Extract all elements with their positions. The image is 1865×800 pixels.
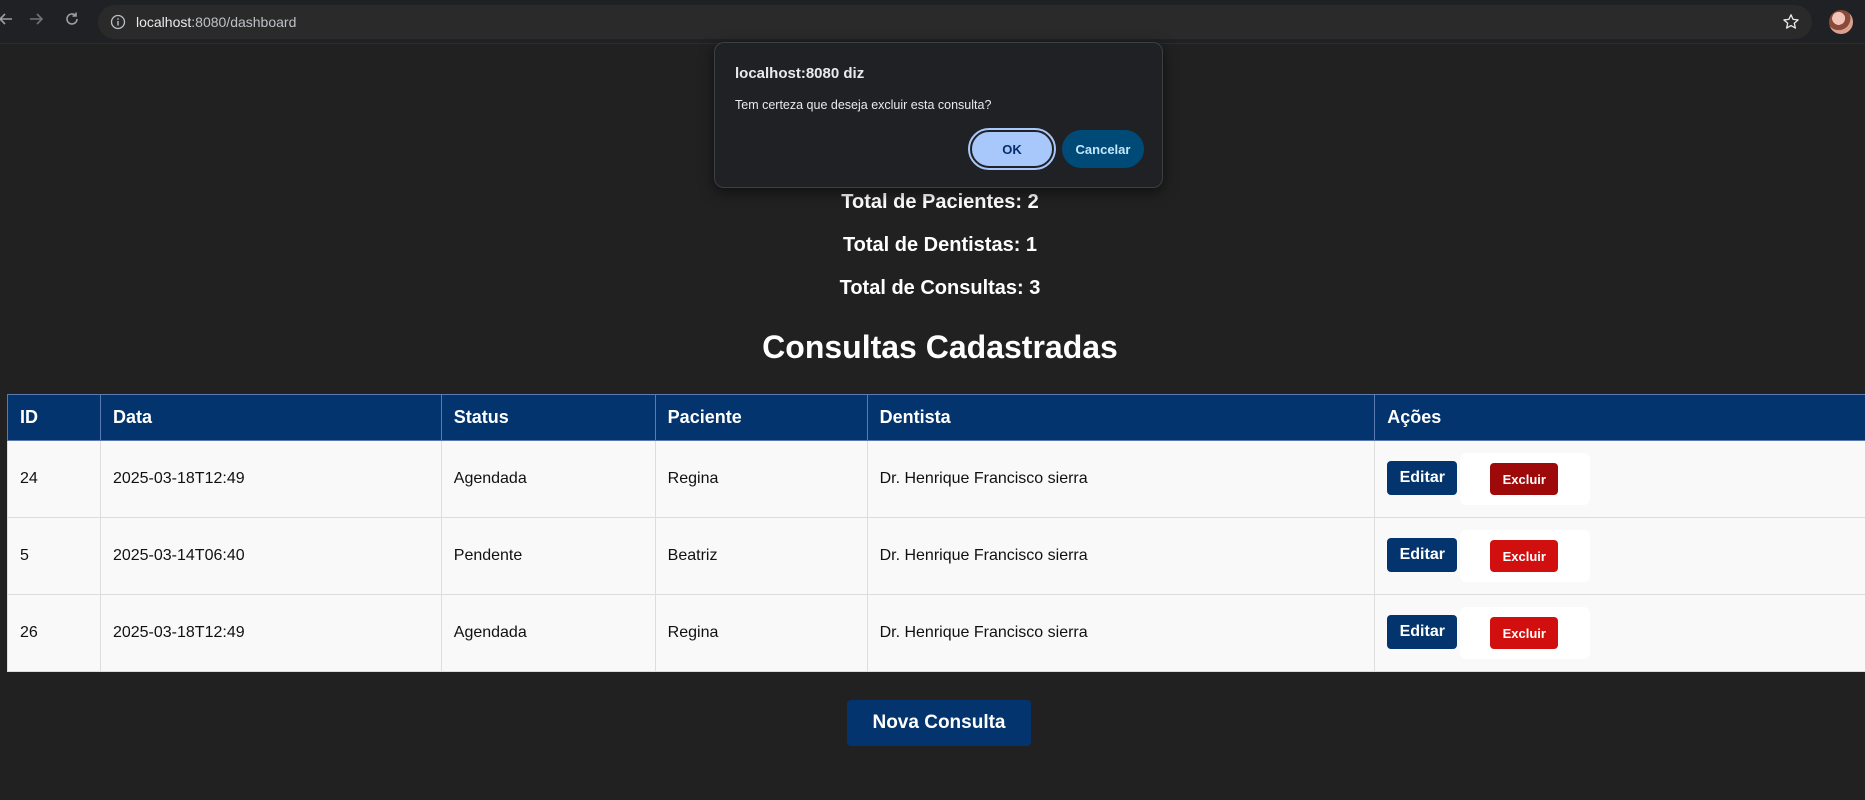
cell-status: Pendente [440,517,656,595]
table-row: 26 2025-03-18T12:49 Agendada Regina Dr. … [7,594,1865,672]
cell-dentista: Dr. Henrique Francisco sierra [866,594,1376,672]
profile-avatar[interactable] [1829,10,1853,34]
cell-paciente: Beatriz [654,517,868,595]
address-bar[interactable]: localhost:8080/dashboard [98,5,1812,39]
cell-dentista: Dr. Henrique Francisco sierra [866,517,1376,595]
cell-acoes: Editar Excluir [1374,517,1865,595]
cell-data: 2025-03-18T12:49 [99,594,442,672]
delete-button-container: Excluir [1460,607,1591,659]
edit-button[interactable]: Editar [1387,461,1458,495]
forward-arrow-icon[interactable] [24,11,48,31]
cell-data: 2025-03-18T12:49 [99,440,442,518]
star-icon[interactable] [1782,13,1800,31]
dialog-title: localhost:8080 diz [735,65,865,82]
table-header-row: ID Data Status Paciente Dentista Ações [7,394,1865,441]
header-data: Data [99,394,442,441]
cell-id: 5 [7,517,101,595]
nova-consulta-button[interactable]: Nova Consulta [847,700,1031,746]
header-status: Status [440,394,656,441]
edit-button[interactable]: Editar [1387,615,1458,649]
confirm-dialog: localhost:8080 diz Tem certeza que desej… [714,42,1163,188]
url-path: :8080/dashboard [191,14,297,30]
cell-acoes: Editar Excluir [1374,594,1865,672]
dialog-message: Tem certeza que deseja excluir esta cons… [735,98,992,112]
header-dentista: Dentista [866,394,1376,441]
header-id: ID [7,394,101,441]
header-acoes: Ações [1374,394,1865,441]
delete-button[interactable]: Excluir [1490,540,1559,572]
total-pacientes: Total de Pacientes: 2 [841,191,1039,213]
cell-paciente: Regina [654,440,868,518]
header-paciente: Paciente [654,394,868,441]
delete-button-container: Excluir [1460,453,1591,505]
cell-acoes: Editar Excluir [1374,440,1865,518]
edit-button[interactable]: Editar [1387,538,1458,572]
total-dentistas: Total de Dentistas: 1 [842,234,1038,256]
cell-status: Agendada [440,594,656,672]
row-actions: Editar Excluir [1387,518,1854,594]
cancel-button[interactable]: Cancelar [1062,130,1144,168]
page-title: Consultas Cadastradas [762,329,1118,365]
url-host: localhost [136,14,192,30]
table-row: 24 2025-03-18T12:49 Agendada Regina Dr. … [7,440,1865,518]
row-actions: Editar Excluir [1387,595,1854,671]
reload-icon[interactable] [60,11,84,31]
browser-toolbar: localhost:8080/dashboard [0,0,1865,44]
consultas-table: ID Data Status Paciente Dentista Ações 2… [7,394,1865,672]
row-actions: Editar Excluir [1387,441,1854,517]
cell-dentista: Dr. Henrique Francisco sierra [866,440,1376,518]
table-row: 5 2025-03-14T06:40 Pendente Beatriz Dr. … [7,517,1865,595]
total-consultas: Total de Consultas: 3 [839,277,1041,299]
delete-button[interactable]: Excluir [1490,463,1559,495]
cell-status: Agendada [440,440,656,518]
ok-button[interactable]: OK [968,128,1056,170]
url-text[interactable]: localhost:8080/dashboard [136,14,296,30]
cell-id: 26 [7,594,101,672]
cell-data: 2025-03-14T06:40 [99,517,442,595]
delete-button[interactable]: Excluir [1490,617,1559,649]
delete-button-container: Excluir [1460,530,1591,582]
cell-id: 24 [7,440,101,518]
info-icon[interactable] [110,14,126,30]
back-arrow-icon[interactable] [0,11,18,31]
cell-paciente: Regina [654,594,868,672]
